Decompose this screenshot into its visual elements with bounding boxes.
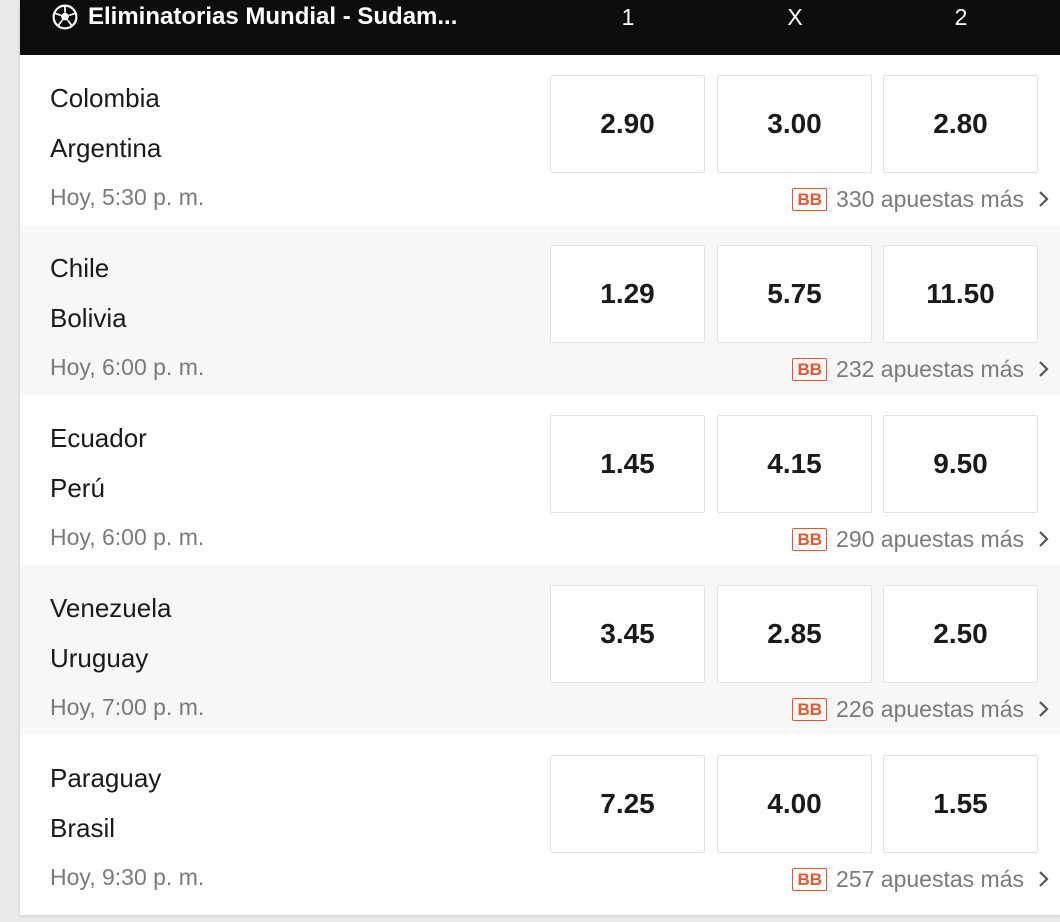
odd-button-away[interactable]: 1.55	[883, 755, 1038, 853]
odd-button-draw[interactable]: 4.00	[717, 755, 872, 853]
home-team-name: Paraguay	[50, 763, 162, 793]
match-list-panel: Eliminatorias Mundial - Sudam... 1 X 2 C…	[20, 0, 1060, 915]
chevron-right-icon	[1039, 531, 1049, 547]
bet-builder-badge: BB	[792, 357, 828, 381]
more-bets-label: 290 apuestas más	[836, 525, 1024, 552]
more-bets-link[interactable]: BB 257 apuestas más	[792, 865, 1050, 893]
away-team-name: Uruguay	[50, 643, 149, 673]
away-team-name: Perú	[50, 473, 105, 503]
odd-button-draw[interactable]: 4.15	[717, 415, 872, 513]
more-bets-label: 257 apuestas más	[836, 865, 1024, 892]
more-bets-link[interactable]: BB 232 apuestas más	[792, 355, 1050, 383]
home-team-name: Venezuela	[50, 593, 172, 623]
chevron-right-icon	[1039, 701, 1049, 717]
odd-button-away[interactable]: 2.80	[883, 75, 1038, 173]
odd-button-home[interactable]: 3.45	[550, 585, 705, 683]
odd-button-away[interactable]: 2.50	[883, 585, 1038, 683]
more-bets-link[interactable]: BB 290 apuestas más	[792, 525, 1050, 553]
more-bets-label: 226 apuestas más	[836, 695, 1024, 722]
more-bets-label: 232 apuestas más	[836, 355, 1024, 382]
bet-builder-badge: BB	[792, 867, 828, 891]
odd-button-draw[interactable]: 3.00	[717, 75, 872, 173]
league-title[interactable]: Eliminatorias Mundial - Sudam...	[52, 0, 457, 34]
chevron-right-icon	[1039, 191, 1049, 207]
match-time: Hoy, 5:30 p. m.	[50, 184, 205, 210]
match-row[interactable]: Paraguay Brasil Hoy, 9:30 p. m. 7.25 4.00 1.5…	[20, 735, 1060, 905]
match-row[interactable]: Venezuela Uruguay Hoy, 7:00 p. m. 3.45 2.85 2…	[20, 565, 1060, 735]
odd-button-home[interactable]: 1.45	[550, 415, 705, 513]
more-bets-link[interactable]: BB 226 apuestas más	[792, 695, 1050, 723]
bet-builder-badge: BB	[792, 187, 828, 211]
odd-button-draw[interactable]: 2.85	[717, 585, 872, 683]
match-row[interactable]: Colombia Argentina Hoy, 5:30 p. m. 2.90 3.00…	[20, 55, 1060, 225]
match-row[interactable]: Chile Bolivia Hoy, 6:00 p. m. 1.29 5.75 11.50…	[20, 225, 1060, 395]
away-team-name: Argentina	[50, 133, 162, 163]
odd-button-home[interactable]: 2.90	[550, 75, 705, 173]
match-time: Hoy, 9:30 p. m.	[50, 864, 205, 890]
more-bets-label: 330 apuestas más	[836, 185, 1024, 212]
column-home-label: 1	[621, 3, 635, 30]
away-team-name: Bolivia	[50, 303, 127, 333]
column-draw-label: X	[787, 3, 803, 30]
odd-button-away[interactable]: 9.50	[883, 415, 1038, 513]
home-team-name: Colombia	[50, 83, 160, 113]
home-team-name: Ecuador	[50, 423, 147, 453]
column-away-label: 2	[954, 3, 968, 30]
chevron-right-icon	[1039, 361, 1049, 377]
home-team-name: Chile	[50, 253, 110, 283]
match-row[interactable]: Ecuador Perú Hoy, 6:00 p. m. 1.45 4.15 9.50 BB…	[20, 395, 1060, 565]
odd-button-away[interactable]: 11.50	[883, 245, 1038, 343]
more-bets-link[interactable]: BB 330 apuestas más	[792, 185, 1050, 213]
chevron-right-icon	[1039, 871, 1049, 887]
bet-builder-badge: BB	[792, 527, 828, 551]
odd-button-draw[interactable]: 5.75	[717, 245, 872, 343]
odd-button-home[interactable]: 7.25	[550, 755, 705, 853]
match-time: Hoy, 6:00 p. m.	[50, 524, 205, 550]
soccer-ball-icon	[52, 4, 78, 30]
away-team-name: Brasil	[50, 813, 116, 843]
bet-builder-badge: BB	[792, 697, 828, 721]
league-title-text: Eliminatorias Mundial - Sudam...	[88, 3, 458, 30]
match-time: Hoy, 7:00 p. m.	[50, 694, 205, 720]
match-time: Hoy, 6:00 p. m.	[50, 354, 205, 380]
league-header: Eliminatorias Mundial - Sudam... 1 X 2	[20, 0, 1060, 55]
odd-button-home[interactable]: 1.29	[550, 245, 705, 343]
